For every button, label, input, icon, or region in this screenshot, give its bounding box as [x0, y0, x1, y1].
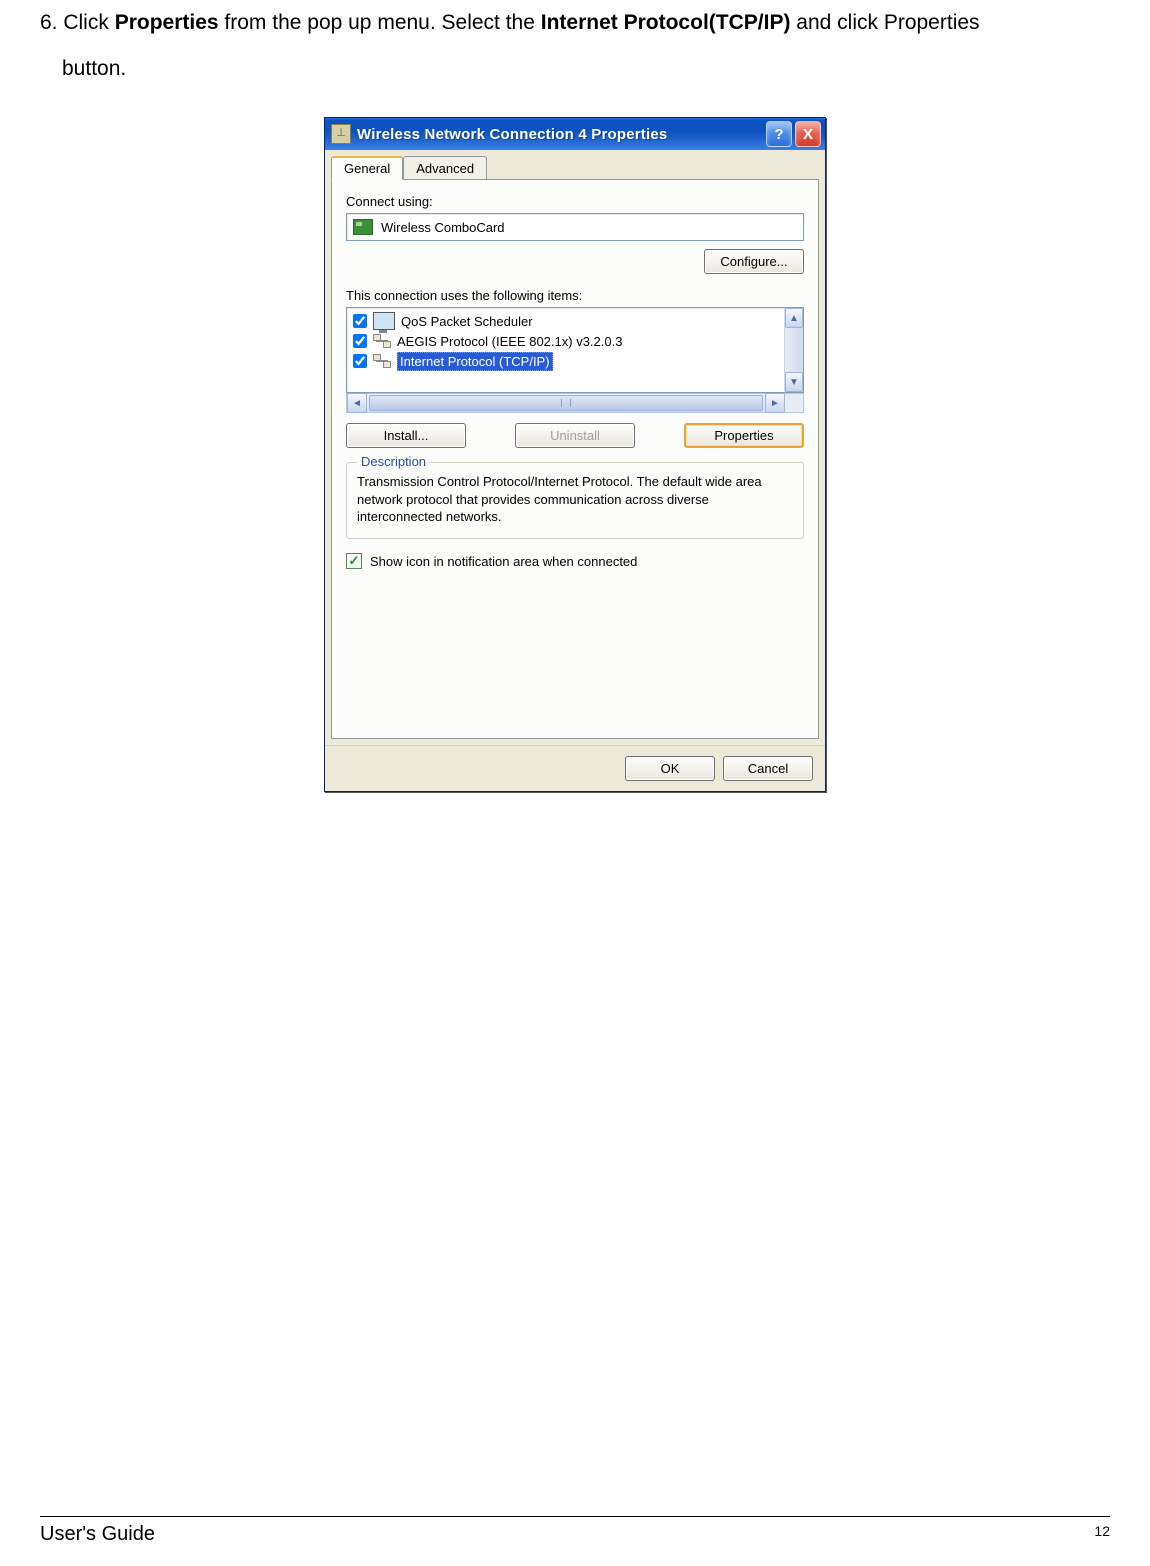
ok-button[interactable]: OK: [625, 756, 715, 781]
item-checkbox[interactable]: [353, 334, 367, 348]
uninstall-button: Uninstall: [515, 423, 635, 448]
footer-guide: User's Guide: [40, 1523, 155, 1546]
titlebar[interactable]: ⊥ Wireless Network Connection 4 Properti…: [325, 118, 825, 150]
show-icon-label: Show icon in notification area when conn…: [370, 554, 637, 569]
description-text: Transmission Control Protocol/Internet P…: [357, 473, 793, 526]
cancel-button[interactable]: Cancel: [723, 756, 813, 781]
list-item[interactable]: Internet Protocol (TCP/IP): [351, 351, 780, 371]
description-legend: Description: [357, 454, 430, 469]
scroll-thumb[interactable]: [369, 395, 763, 411]
tab-advanced[interactable]: Advanced: [403, 156, 487, 179]
adapter-icon: [353, 219, 373, 235]
properties-dialog: ⊥ Wireless Network Connection 4 Properti…: [324, 117, 826, 792]
vertical-scrollbar[interactable]: ▲ ▼: [784, 308, 803, 392]
scroll-right-icon[interactable]: ►: [765, 393, 785, 413]
horizontal-scrollbar[interactable]: ◄ ►: [346, 393, 804, 413]
scheduler-icon: [373, 312, 395, 330]
item-checkbox[interactable]: [353, 354, 367, 368]
scroll-corner: [785, 394, 803, 412]
tabs: General Advanced: [325, 150, 825, 179]
protocol-icon: [373, 354, 391, 368]
show-icon-row[interactable]: ✓ Show icon in notification area when co…: [346, 553, 804, 569]
help-button[interactable]: ?: [766, 121, 792, 147]
description-group: Description Transmission Control Protoco…: [346, 462, 804, 539]
properties-button[interactable]: Properties: [684, 423, 804, 448]
adapter-field: Wireless ComboCard: [346, 213, 804, 241]
footer-page-number: 12: [1094, 1523, 1110, 1546]
window-title: Wireless Network Connection 4 Properties: [357, 126, 763, 143]
adapter-name: Wireless ComboCard: [381, 220, 505, 235]
install-button[interactable]: Install...: [346, 423, 466, 448]
tab-general[interactable]: General: [331, 156, 403, 180]
show-icon-checkbox[interactable]: ✓: [346, 553, 362, 569]
configure-button[interactable]: Configure...: [704, 249, 804, 274]
protocol-icon: [373, 334, 391, 348]
list-item[interactable]: QoS Packet Scheduler: [351, 311, 780, 331]
instruction-text: 6. Click Properties from the pop up menu…: [40, 0, 1110, 92]
items-listbox[interactable]: QoS Packet Scheduler AEGIS Protocol (IEE…: [346, 307, 804, 393]
page-footer: User's Guide 12: [40, 1516, 1110, 1546]
list-item[interactable]: AEGIS Protocol (IEEE 802.1x) v3.2.0.3: [351, 331, 780, 351]
window-icon: ⊥: [331, 124, 351, 144]
scroll-left-icon[interactable]: ◄: [347, 393, 367, 413]
items-label: This connection uses the following items…: [346, 288, 804, 303]
scroll-up-icon[interactable]: ▲: [785, 308, 803, 328]
item-checkbox[interactable]: [353, 314, 367, 328]
connect-using-label: Connect using:: [346, 194, 804, 209]
scroll-down-icon[interactable]: ▼: [785, 372, 803, 392]
close-button[interactable]: X: [795, 121, 821, 147]
